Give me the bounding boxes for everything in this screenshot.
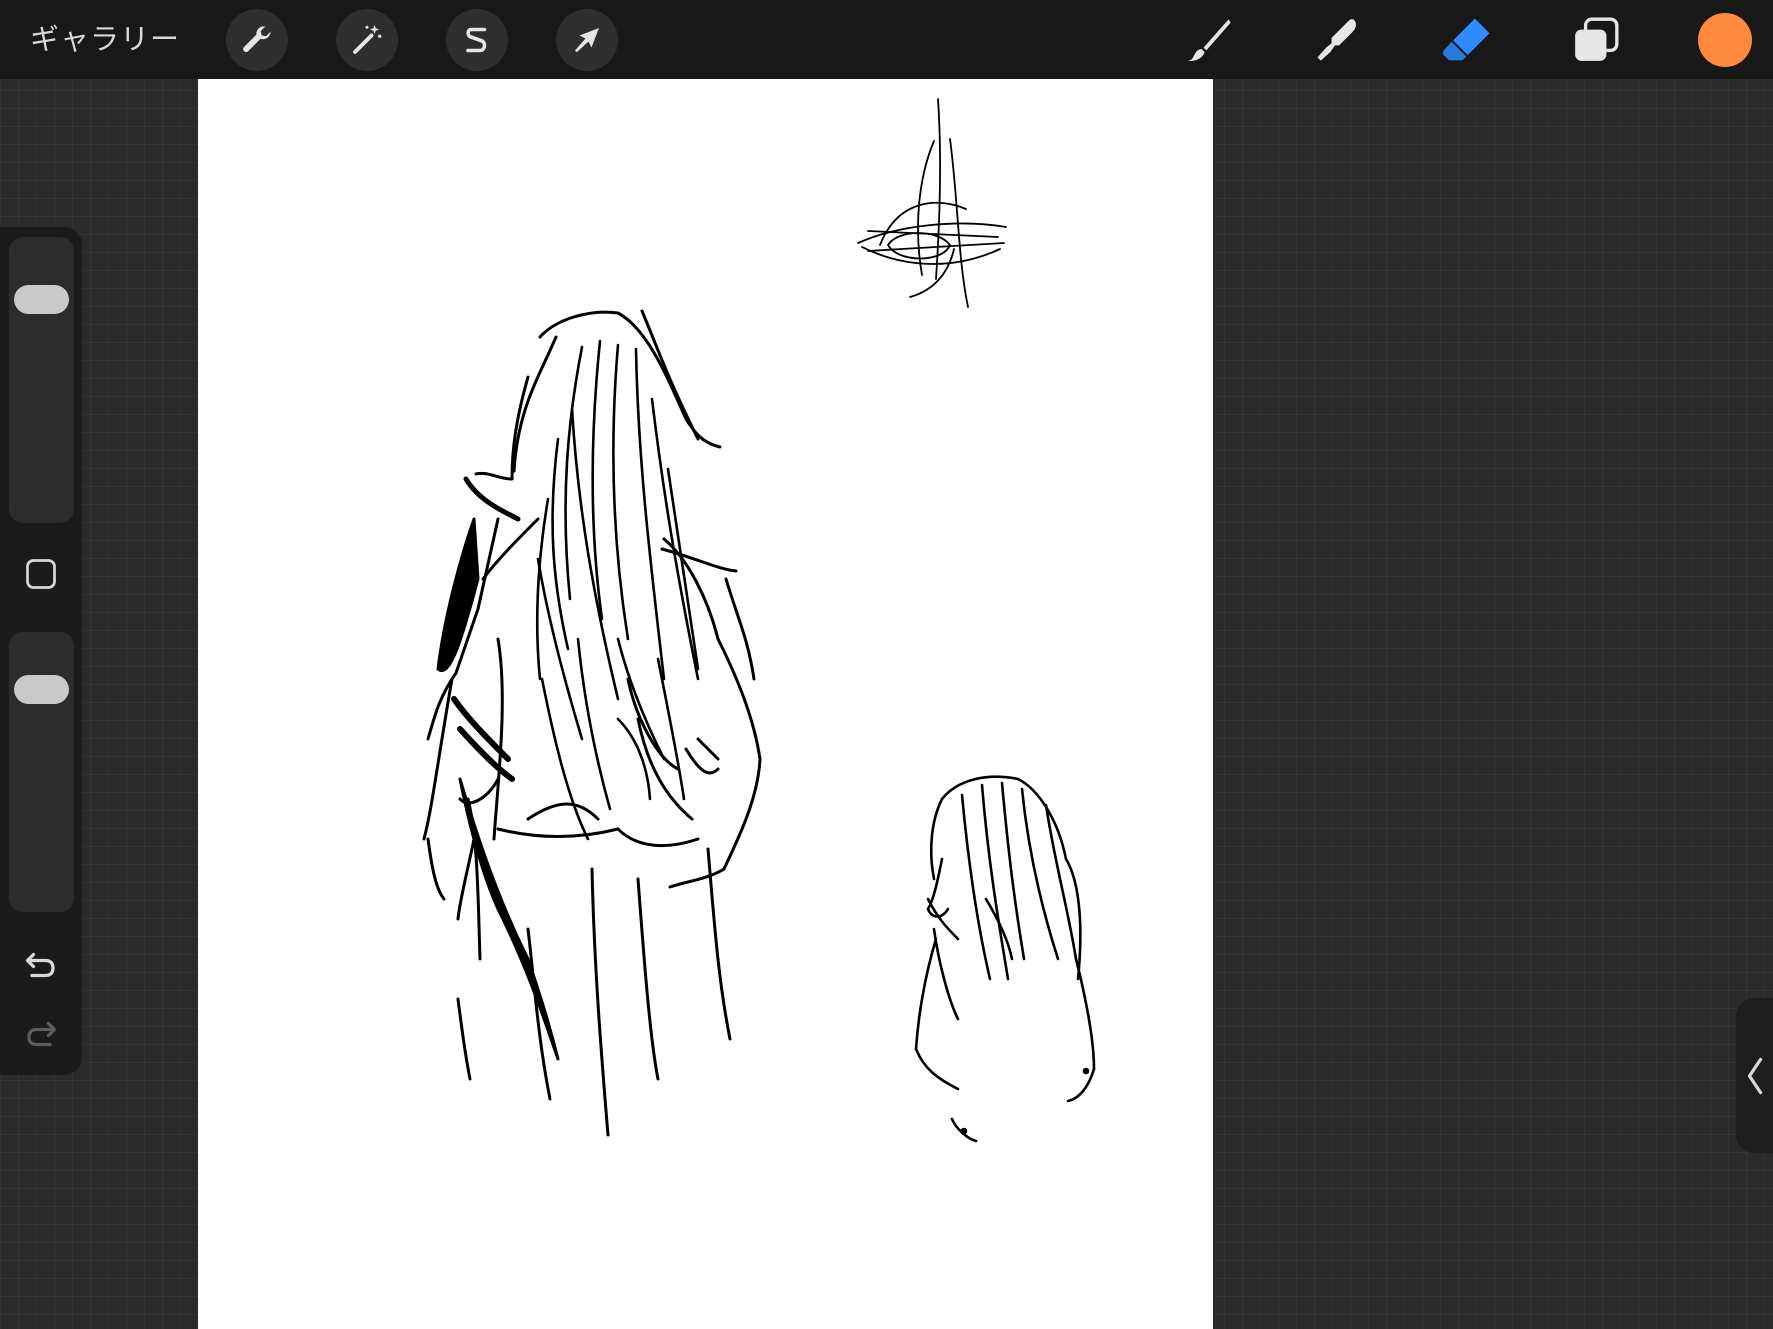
magic-wand-icon: [353, 25, 382, 54]
brush-size-slider[interactable]: [9, 237, 74, 523]
large-figure-hair: [535, 339, 700, 841]
undo-button[interactable]: [21, 945, 61, 985]
adjustments-button[interactable]: [336, 9, 398, 71]
gallery-button[interactable]: ギャラリー: [30, 18, 180, 60]
modify-button[interactable]: [22, 555, 60, 593]
redo-button[interactable]: [21, 1014, 61, 1054]
transform-button[interactable]: [556, 9, 618, 71]
top-toolbar: ギャラリー: [0, 0, 1773, 79]
wrench-icon: [243, 26, 271, 52]
eraser-icon: [1443, 18, 1490, 61]
opacity-slider-thumb[interactable]: [14, 675, 69, 704]
arrow-cursor-icon: [575, 28, 599, 53]
undo-arrow-icon: [25, 952, 55, 978]
layers-button[interactable]: [1566, 10, 1626, 70]
side-panel-tab[interactable]: [1736, 998, 1773, 1153]
smudge-tool-button[interactable]: [1307, 10, 1367, 70]
small-figure-sketch: [914, 775, 1096, 1143]
eraser-tool-button[interactable]: [1437, 10, 1497, 70]
layers-icon: [1575, 17, 1619, 61]
selection-button[interactable]: [446, 9, 508, 71]
drawing-canvas[interactable]: [198, 79, 1213, 1329]
square-icon: [26, 559, 56, 589]
smudge-finger-icon: [1317, 19, 1357, 61]
redo-arrow-icon: [27, 1021, 57, 1047]
eye-sketch: [857, 98, 1007, 308]
sketch-artwork: [422, 98, 1096, 1143]
color-picker-button[interactable]: [1698, 13, 1752, 67]
brush-tool-button[interactable]: [1179, 10, 1239, 70]
chevron-left-icon: [1747, 1057, 1762, 1094]
actions-button[interactable]: [226, 9, 288, 71]
brush-size-slider-thumb[interactable]: [14, 285, 69, 314]
left-sidebar: [0, 227, 82, 1075]
brush-icon: [1187, 19, 1231, 61]
opacity-slider[interactable]: [9, 632, 74, 912]
selection-s-icon: [466, 27, 487, 53]
